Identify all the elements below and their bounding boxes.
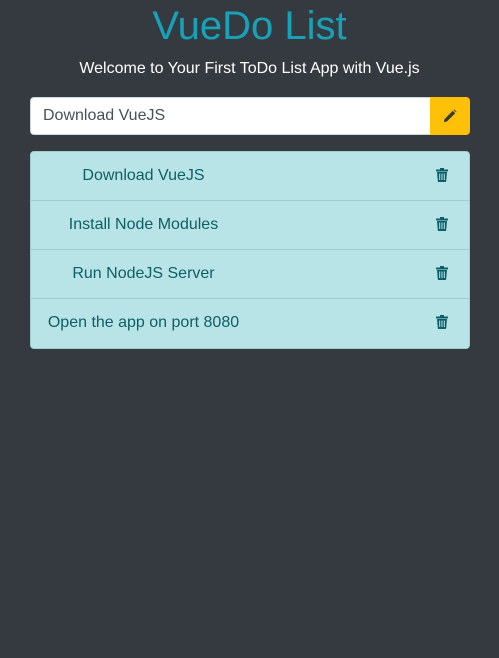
todo-text: Open the app on port 8080 — [47, 314, 240, 331]
trash-icon — [436, 168, 448, 182]
delete-button[interactable] — [435, 266, 449, 282]
todo-text: Run NodeJS Server — [72, 265, 215, 282]
todo-item: Open the app on port 8080 — [31, 299, 469, 348]
todo-text: Download VueJS — [82, 167, 205, 184]
pencil-icon — [444, 109, 457, 122]
app-title: VueDo List — [152, 4, 347, 48]
delete-button[interactable] — [435, 168, 449, 184]
todo-item: Install Node Modules — [31, 201, 469, 250]
delete-button[interactable] — [435, 315, 449, 331]
todo-list: Download VueJS Install Node Modules Run … — [30, 151, 470, 349]
edit-button[interactable] — [430, 97, 470, 135]
trash-icon — [436, 266, 448, 280]
todo-input[interactable] — [30, 97, 430, 135]
todo-input-group — [30, 97, 470, 135]
trash-icon — [436, 315, 448, 329]
trash-icon — [436, 217, 448, 231]
app-subtitle: Welcome to Your First ToDo List App with… — [79, 60, 420, 77]
todo-item: Run NodeJS Server — [31, 250, 469, 299]
delete-button[interactable] — [435, 217, 449, 233]
todo-text: Install Node Modules — [68, 216, 219, 233]
todo-item: Download VueJS — [31, 152, 469, 201]
